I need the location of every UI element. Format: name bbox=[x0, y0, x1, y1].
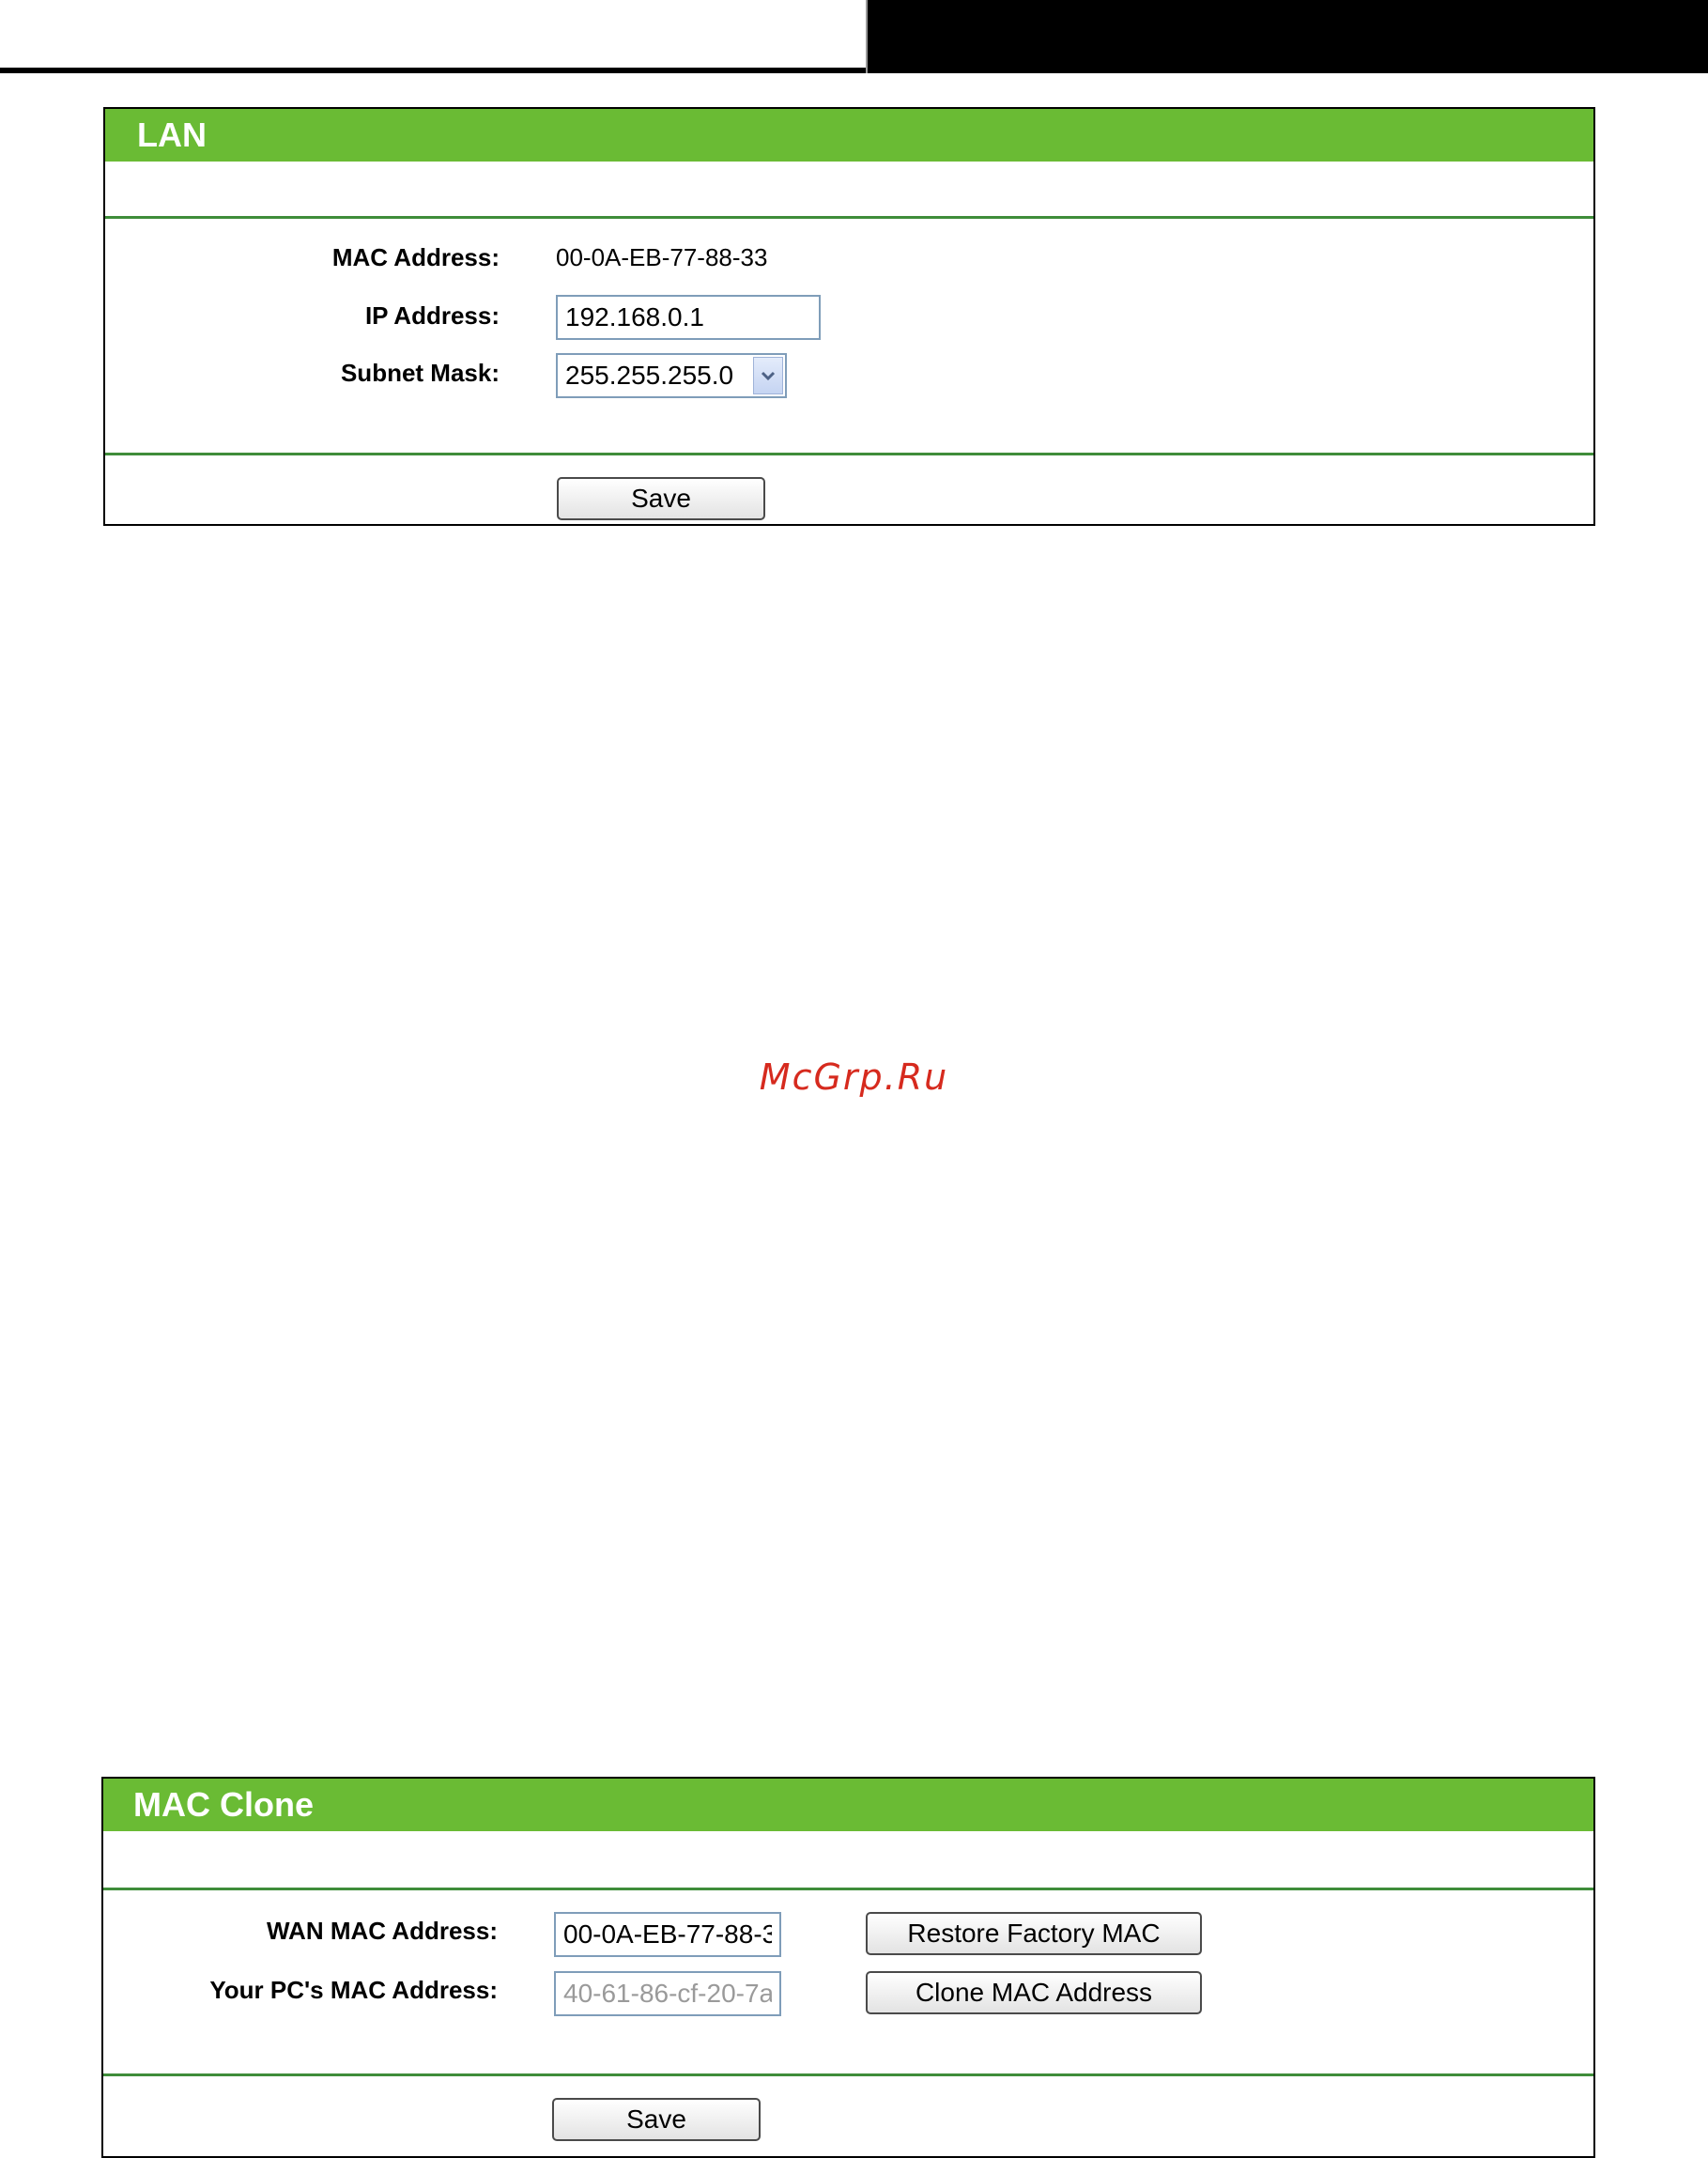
pc-mac-address-input bbox=[554, 1971, 781, 2016]
subnet-mask-label: Subnet Mask: bbox=[340, 359, 500, 387]
subnet-mask-select[interactable]: 255.255.255.0 bbox=[556, 353, 787, 398]
mac-clone-divider-bottom bbox=[103, 2073, 1593, 2076]
mac-address-value: 00-0A-EB-77-88-33 bbox=[556, 243, 768, 271]
lan-divider-top bbox=[105, 216, 1593, 219]
lan-panel-title: LAN bbox=[105, 109, 1593, 162]
lan-divider-bottom bbox=[105, 453, 1593, 455]
subnet-mask-value: 255.255.255.0 bbox=[565, 361, 734, 390]
wan-mac-address-input[interactable] bbox=[554, 1912, 781, 1957]
restore-factory-mac-button[interactable]: Restore Factory MAC bbox=[866, 1912, 1202, 1955]
ip-address-label: IP Address: bbox=[364, 301, 500, 330]
watermark: McGrp.Ru bbox=[759, 1056, 949, 1098]
lan-panel: LAN MAC Address: 00-0A-EB-77-88-33 IP Ad… bbox=[103, 107, 1595, 526]
lan-save-button[interactable]: Save bbox=[557, 477, 765, 520]
ip-address-input[interactable] bbox=[556, 295, 821, 340]
mac-clone-panel-title: MAC Clone bbox=[103, 1779, 1593, 1831]
clone-mac-address-button[interactable]: Clone MAC Address bbox=[866, 1971, 1202, 2014]
mac-clone-save-button[interactable]: Save bbox=[552, 2098, 761, 2141]
pc-mac-address-label: Your PC's MAC Address: bbox=[209, 1976, 498, 2004]
mac-clone-panel: MAC Clone WAN MAC Address: Restore Facto… bbox=[101, 1777, 1595, 2158]
mac-address-label: MAC Address: bbox=[331, 243, 500, 271]
page-header-black-bar bbox=[866, 0, 1708, 73]
wan-mac-address-label: WAN MAC Address: bbox=[266, 1917, 498, 1945]
chevron-down-icon[interactable] bbox=[753, 357, 783, 394]
mac-clone-divider-top bbox=[103, 1888, 1593, 1890]
